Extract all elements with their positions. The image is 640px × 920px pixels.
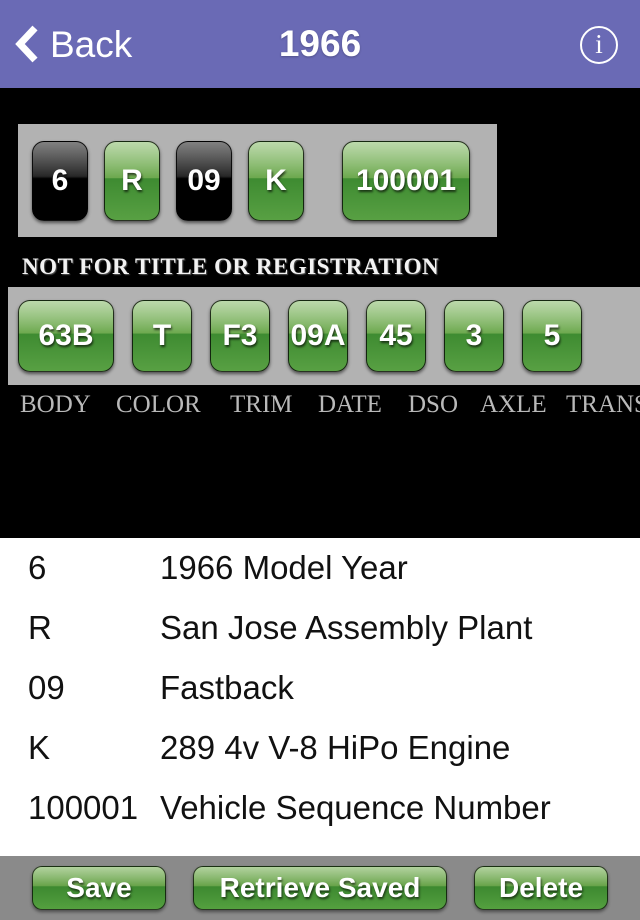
data-plate-tile[interactable]: 63B: [18, 300, 114, 372]
list-item[interactable]: 100001 Vehicle Sequence Number: [0, 778, 640, 838]
list-item[interactable]: 6 1966 Model Year: [0, 538, 640, 598]
delete-button[interactable]: Delete: [474, 866, 608, 910]
data-plate-tile-value: 63B: [38, 319, 94, 352]
data-plate-label-date: DATE: [318, 391, 382, 418]
data-plate-tile[interactable]: T: [132, 300, 192, 372]
back-button[interactable]: Back: [14, 0, 132, 88]
save-button[interactable]: Save: [32, 866, 166, 910]
vin-tile-value: 09: [187, 163, 221, 197]
disclaimer-text: NOT FOR TITLE OR REGISTRATION: [22, 254, 440, 279]
data-plate-label-axle: AXLE: [480, 391, 547, 418]
data-plate-label-body: BODY: [20, 391, 91, 418]
data-plate-label-dso: DSO: [408, 391, 459, 418]
decoded-code: 100001: [28, 789, 139, 826]
info-glyph: i: [595, 28, 603, 59]
data-plate-strip: 63B T F3 09A 45 3 5: [8, 287, 640, 385]
data-plate-tile-value: 3: [465, 319, 483, 352]
decoded-description: San Jose Assembly Plant: [160, 609, 533, 646]
decoded-code: K: [28, 729, 51, 766]
vin-tile-sequence[interactable]: 100001: [342, 140, 470, 221]
data-plate-tile-value: 45: [379, 319, 413, 352]
decoded-description: 289 4v V-8 HiPo Engine: [160, 729, 511, 766]
vin-tile[interactable]: 09: [176, 140, 232, 221]
delete-button-label: Delete: [498, 872, 584, 903]
chevron-left-icon: [15, 25, 38, 63]
back-button-label: Back: [50, 23, 133, 65]
data-plate-tile[interactable]: 09A: [288, 300, 348, 372]
vin-tile-value: 6: [51, 163, 69, 197]
data-plate-label-trim: TRIM: [230, 391, 293, 418]
decoded-description: Fastback: [160, 669, 294, 706]
app-root: Back 1966 i 6 R 09 K 100001 NOT FOR TITL…: [0, 0, 640, 920]
data-plate-tile[interactable]: 5: [522, 300, 582, 372]
save-button-label: Save: [66, 872, 132, 903]
vin-tile[interactable]: K: [248, 140, 304, 221]
data-plate-tile[interactable]: F3: [210, 300, 270, 372]
vin-tile-value: K: [265, 163, 287, 197]
info-circle-icon[interactable]: i: [580, 26, 618, 64]
list-item[interactable]: K 289 4v V-8 HiPo Engine: [0, 718, 640, 778]
plate-area: 6 R 09 K 100001 NOT FOR TITLE OR REGISTR…: [0, 88, 640, 538]
decoded-code: 6: [28, 549, 47, 586]
vin-tile-value: 100001: [355, 163, 457, 197]
decoded-list: 6 1966 Model Year R San Jose Assembly Pl…: [0, 538, 640, 856]
data-plate-labels: BODY COLOR TRIM DATE DSO AXLE TRANS: [0, 391, 640, 427]
data-plate-label-trans: TRANS: [566, 391, 640, 418]
decoded-description: Vehicle Sequence Number: [160, 789, 551, 826]
data-plate-label-color: COLOR: [116, 391, 201, 418]
data-plate-tile-value: T: [152, 319, 172, 352]
navigation-bar: Back 1966 i: [0, 0, 640, 88]
data-plate-tile-value: F3: [222, 319, 258, 352]
vin-tile[interactable]: 6: [32, 140, 88, 221]
decoded-code: R: [28, 609, 52, 646]
data-plate-tile[interactable]: 45: [366, 300, 426, 372]
decoded-description: 1966 Model Year: [160, 549, 408, 586]
vin-tile-value: R: [121, 163, 143, 197]
list-item[interactable]: R San Jose Assembly Plant: [0, 598, 640, 658]
list-item[interactable]: 09 Fastback: [0, 658, 640, 718]
decoded-code: 09: [28, 669, 65, 706]
data-plate-tile-value: 09A: [290, 319, 346, 352]
data-plate-tile[interactable]: 3: [444, 300, 504, 372]
data-plate-tile-value: 5: [543, 319, 561, 352]
vin-tile[interactable]: R: [104, 140, 160, 221]
retrieve-saved-button-label: Retrieve Saved: [219, 872, 421, 903]
vin-strip: 6 R 09 K 100001: [18, 124, 497, 237]
bottom-toolbar: Save Retrieve Saved Delete: [0, 856, 640, 920]
retrieve-saved-button[interactable]: Retrieve Saved: [193, 866, 447, 910]
